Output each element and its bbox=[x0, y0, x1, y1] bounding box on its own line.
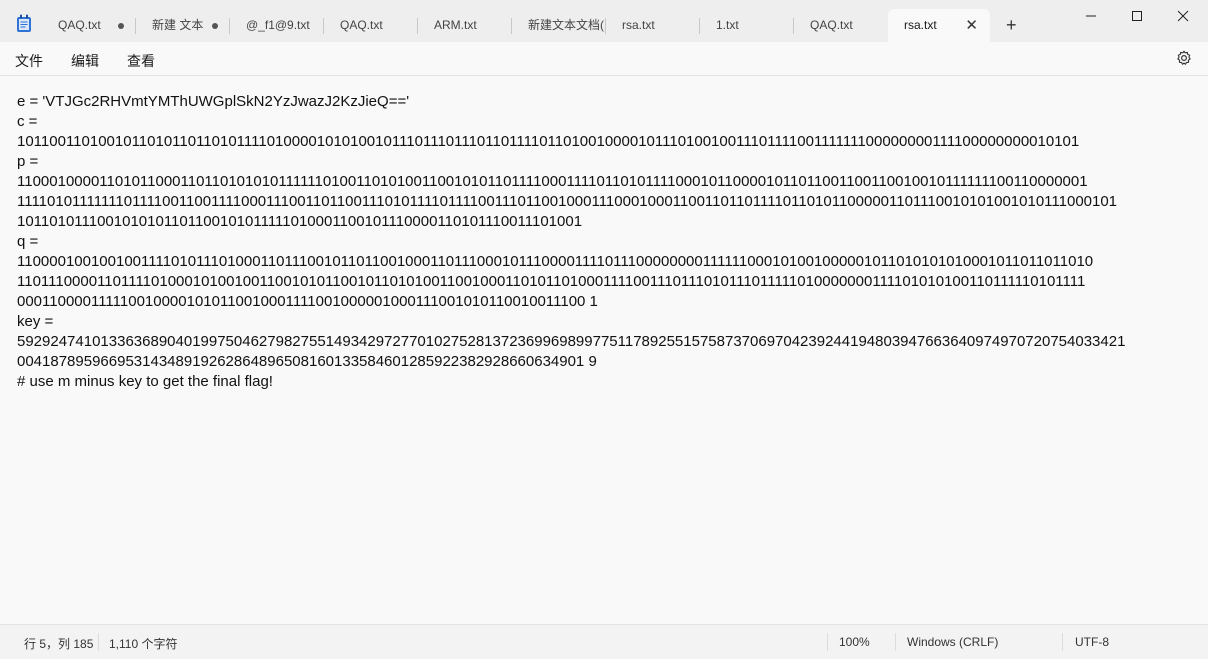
notepad-icon bbox=[17, 14, 31, 32]
encoding[interactable]: UTF-8 bbox=[1075, 635, 1109, 649]
status-bar: 行 5，列 185 1,110 个字符 100% Windows (CRLF) … bbox=[0, 624, 1208, 659]
editor-line: c = bbox=[17, 113, 38, 130]
tab-new-text-doc[interactable]: 新建文本文档(1 bbox=[512, 9, 606, 42]
editor-line: 5929247410133636890401997504627982755149… bbox=[17, 333, 1126, 350]
menu-bar: 文件 编辑 查看 bbox=[0, 42, 1208, 76]
close-icon bbox=[1177, 10, 1189, 22]
tab-arm[interactable]: ARM.txt bbox=[418, 9, 512, 42]
tab-label: rsa.txt bbox=[622, 18, 655, 32]
tab-label: 新建 文本 bbox=[152, 18, 204, 32]
character-count: 1,110 个字符 bbox=[109, 637, 178, 651]
tab-label: rsa.txt bbox=[904, 18, 937, 32]
status-divider bbox=[1062, 633, 1063, 651]
new-tab-button[interactable]: + bbox=[1006, 15, 1017, 35]
tab-qaq-1[interactable]: QAQ.txt bbox=[42, 9, 136, 42]
editor-line: 1011001101001011010110110101111010000101… bbox=[17, 133, 1080, 150]
zoom-level[interactable]: 100% bbox=[839, 635, 870, 649]
close-tab-icon[interactable]: ✕ bbox=[965, 9, 978, 42]
maximize-icon bbox=[1132, 11, 1142, 21]
editor-line: key = bbox=[17, 313, 54, 330]
editor-line: e = 'VTJGc2RHVmtYMThUWGplSkN2YzJwazJ2KzJ… bbox=[17, 93, 410, 110]
editor-line: # use m minus key to get the final flag! bbox=[17, 373, 273, 390]
minimize-icon bbox=[1086, 15, 1096, 17]
close-window-button[interactable] bbox=[1160, 0, 1206, 32]
text-editor[interactable]: e = 'VTJGc2RHVmtYMThUWGplSkN2YzJwazJ2KzJ… bbox=[0, 76, 1208, 624]
minimize-button[interactable] bbox=[1068, 0, 1114, 32]
tab-rsa-active[interactable]: rsa.txt ✕ bbox=[888, 9, 990, 42]
settings-gear-icon[interactable] bbox=[1176, 50, 1192, 66]
cursor-position: 行 5，列 185 bbox=[24, 637, 94, 651]
line-ending[interactable]: Windows (CRLF) bbox=[907, 635, 998, 649]
tab-label: QAQ.txt bbox=[58, 18, 101, 32]
unsaved-dot-icon bbox=[118, 23, 124, 29]
editor-line: 1100001001001001111010111010001101110010… bbox=[17, 253, 1094, 270]
tab-label: 1.txt bbox=[716, 18, 739, 32]
status-divider bbox=[827, 633, 828, 651]
tab-label: 新建文本文档(1 bbox=[528, 18, 606, 32]
editor-line: 1111010111111101111001100111100011100110… bbox=[17, 193, 1118, 210]
editor-line: 0001100001111100100001010110010001111001… bbox=[17, 293, 598, 310]
title-bar: QAQ.txt 新建 文本 @_f1@9.txt QAQ.txt ARM.txt… bbox=[0, 0, 1208, 42]
editor-line: 1101110000110111101000101001001100101011… bbox=[17, 273, 1086, 290]
tab-qaq-3[interactable]: QAQ.txt bbox=[794, 9, 888, 42]
editor-line: 1011010111001010101101100101011111010001… bbox=[17, 213, 583, 230]
editor-line: q = bbox=[17, 233, 39, 250]
editor-line: 0041878959669531434891926286489650816013… bbox=[17, 353, 597, 370]
tab-rsa-1[interactable]: rsa.txt bbox=[606, 9, 700, 42]
status-divider bbox=[98, 633, 99, 651]
menu-edit[interactable]: 编辑 bbox=[71, 51, 99, 71]
tab-label: QAQ.txt bbox=[340, 18, 383, 32]
menu-view[interactable]: 查看 bbox=[127, 51, 155, 71]
tab-label: @_f1@9.txt bbox=[246, 18, 310, 32]
editor-line: 1100010000110101100011011010101011111101… bbox=[17, 173, 1088, 190]
unsaved-dot-icon bbox=[212, 23, 218, 29]
maximize-button[interactable] bbox=[1114, 0, 1160, 32]
tab-qaq-2[interactable]: QAQ.txt bbox=[324, 9, 418, 42]
tab-new-text[interactable]: 新建 文本 bbox=[136, 9, 230, 42]
tab-label: QAQ.txt bbox=[810, 18, 853, 32]
editor-line: p = bbox=[17, 153, 39, 170]
tab-label: ARM.txt bbox=[434, 18, 477, 32]
tab-1-txt[interactable]: 1.txt bbox=[700, 9, 794, 42]
menu-file[interactable]: 文件 bbox=[15, 51, 43, 71]
tab-f1-9[interactable]: @_f1@9.txt bbox=[230, 9, 324, 42]
status-divider bbox=[895, 633, 896, 651]
